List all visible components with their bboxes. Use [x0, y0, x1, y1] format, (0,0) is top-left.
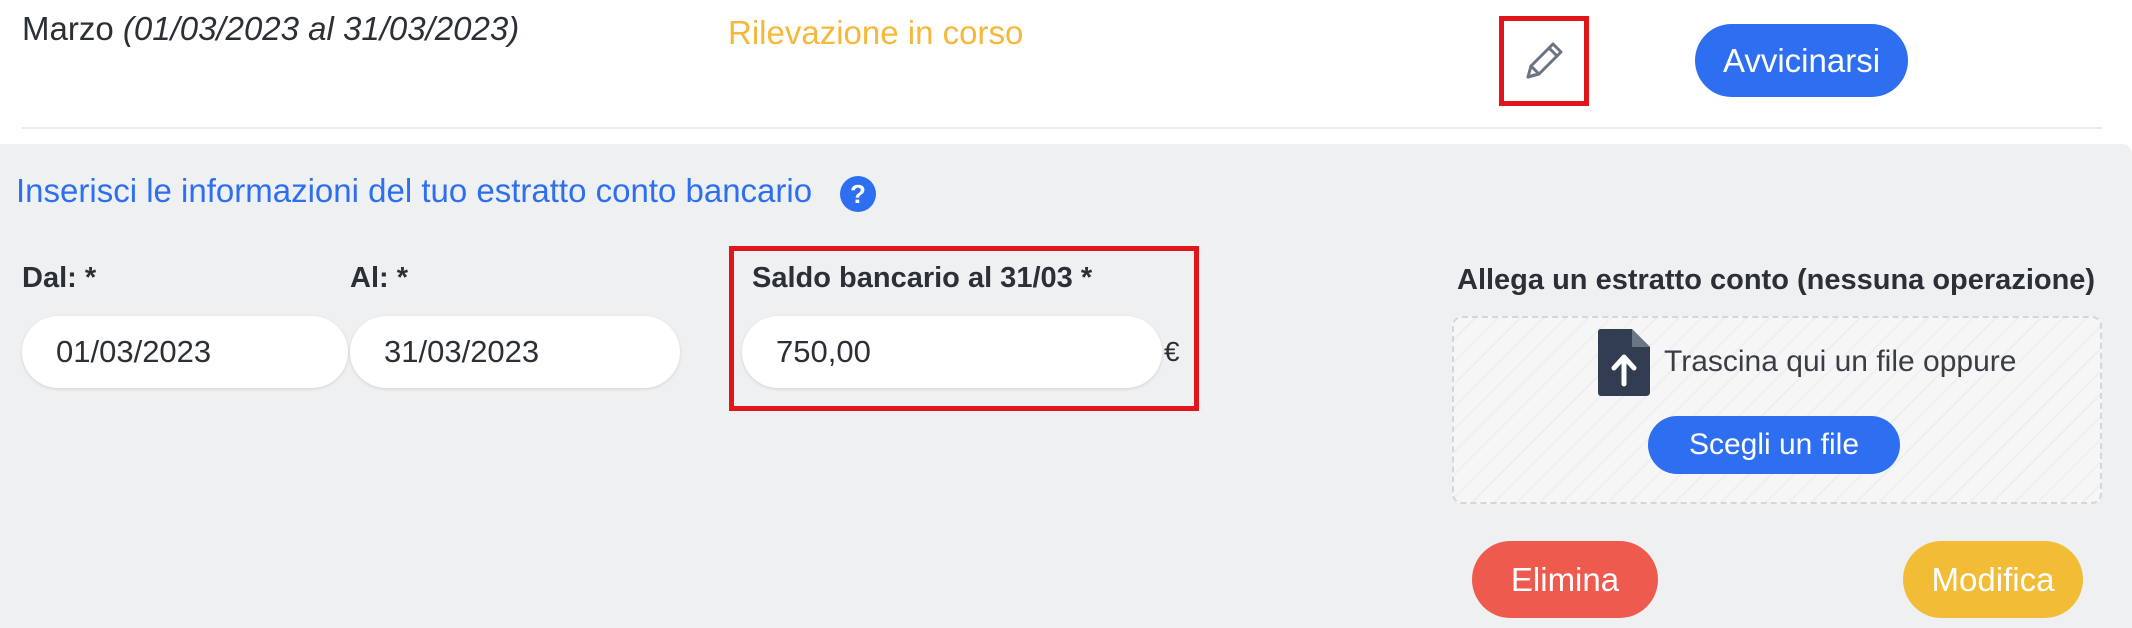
from-date-input[interactable]: 01/03/2023: [22, 316, 348, 388]
to-date-input[interactable]: 31/03/2023: [350, 316, 680, 388]
panel-title: Inserisci le informazioni del tuo estrat…: [16, 172, 813, 209]
edit-period-button[interactable]: [1499, 16, 1589, 106]
help-icon[interactable]: ?: [840, 176, 876, 212]
close-button[interactable]: Avvicinarsi: [1695, 24, 1908, 97]
balance-label: Saldo bancario al 31/03 *: [752, 262, 1093, 294]
delete-button[interactable]: Elimina: [1472, 541, 1658, 618]
drop-instructions: Trascina qui un file oppure: [1664, 345, 2017, 378]
status-text: Rilevazione in corso: [728, 14, 1024, 51]
divider: [22, 127, 2102, 129]
date-range: (01/03/2023 al 31/03/2023): [122, 10, 520, 47]
pencil-icon: [1526, 42, 1563, 79]
to-date-label: Al: *: [350, 262, 408, 294]
file-upload-icon: [1598, 329, 1650, 396]
attachment-label: Allega un estratto conto (nessuna operaz…: [1457, 264, 2096, 296]
from-date-label: Dal: *: [22, 262, 97, 294]
modify-button[interactable]: Modifica: [1903, 541, 2083, 618]
balance-input[interactable]: 750,00: [742, 316, 1162, 388]
choose-file-button[interactable]: Scegli un file: [1648, 416, 1900, 474]
currency-symbol: €: [1164, 336, 1180, 367]
period-title: Marzo (01/03/2023 al 31/03/2023): [22, 10, 519, 48]
month-name: Marzo: [22, 10, 114, 47]
